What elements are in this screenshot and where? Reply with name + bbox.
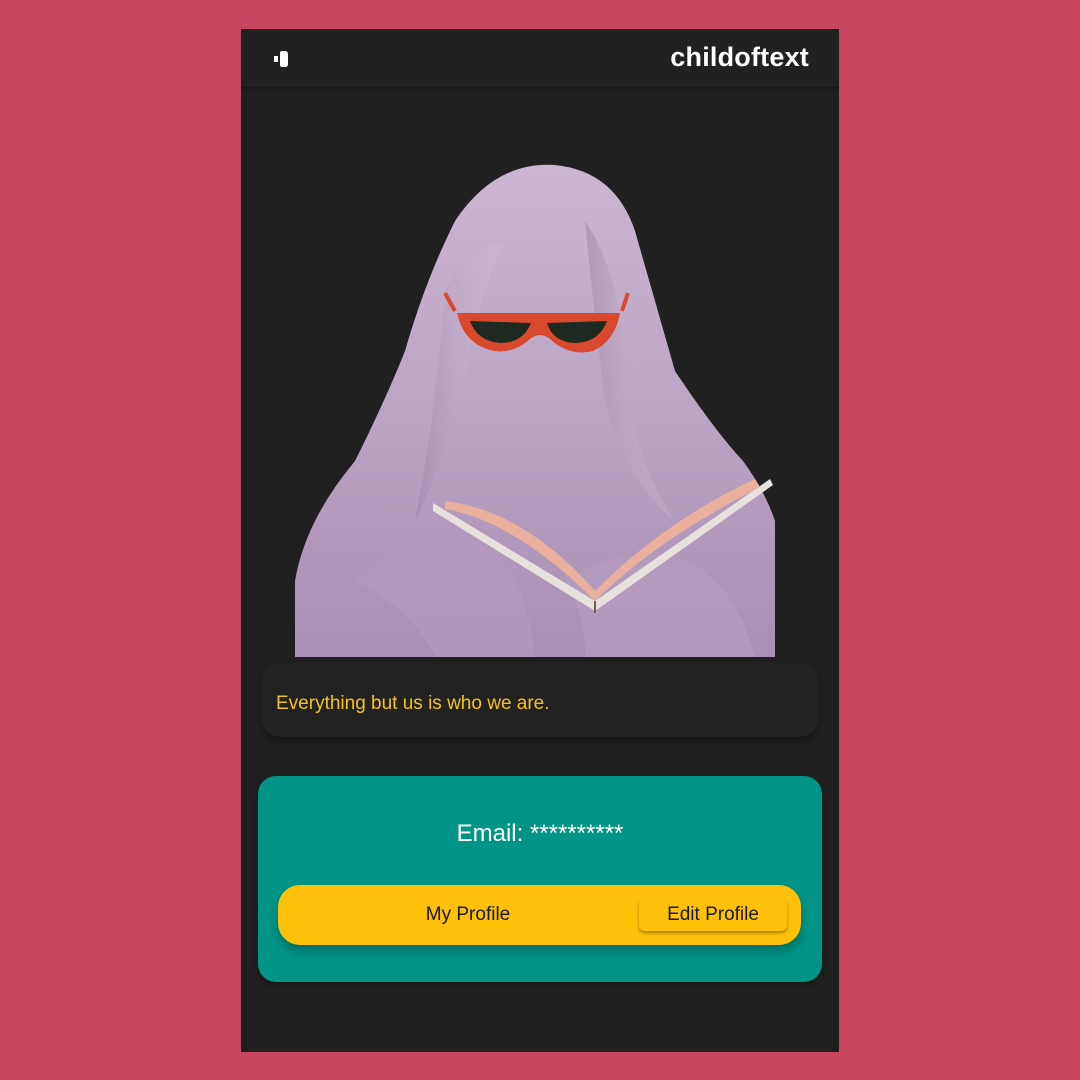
email-label: Email: (456, 820, 524, 847)
email-row: Email: ********** (258, 820, 822, 848)
app-screen: childoftext Everything but us is who we … (241, 29, 839, 1052)
back-button[interactable] (267, 46, 297, 72)
quote-card: Everything but us is who we are. (261, 663, 819, 737)
edit-profile-button[interactable]: Edit Profile (639, 899, 787, 931)
profile-button-bar: My Profile Edit Profile (278, 885, 801, 945)
ghost-photo-image (295, 161, 775, 657)
account-card: Email: ********** My Profile Edit Profil… (258, 776, 822, 982)
app-title: childoftext (670, 42, 809, 72)
app-bar: childoftext (241, 29, 839, 87)
my-profile-button[interactable]: My Profile (338, 895, 598, 935)
volume-speaker-icon (274, 51, 288, 67)
email-value: ********** (529, 820, 624, 847)
quote-text: Everything but us is who we are. (276, 693, 550, 714)
